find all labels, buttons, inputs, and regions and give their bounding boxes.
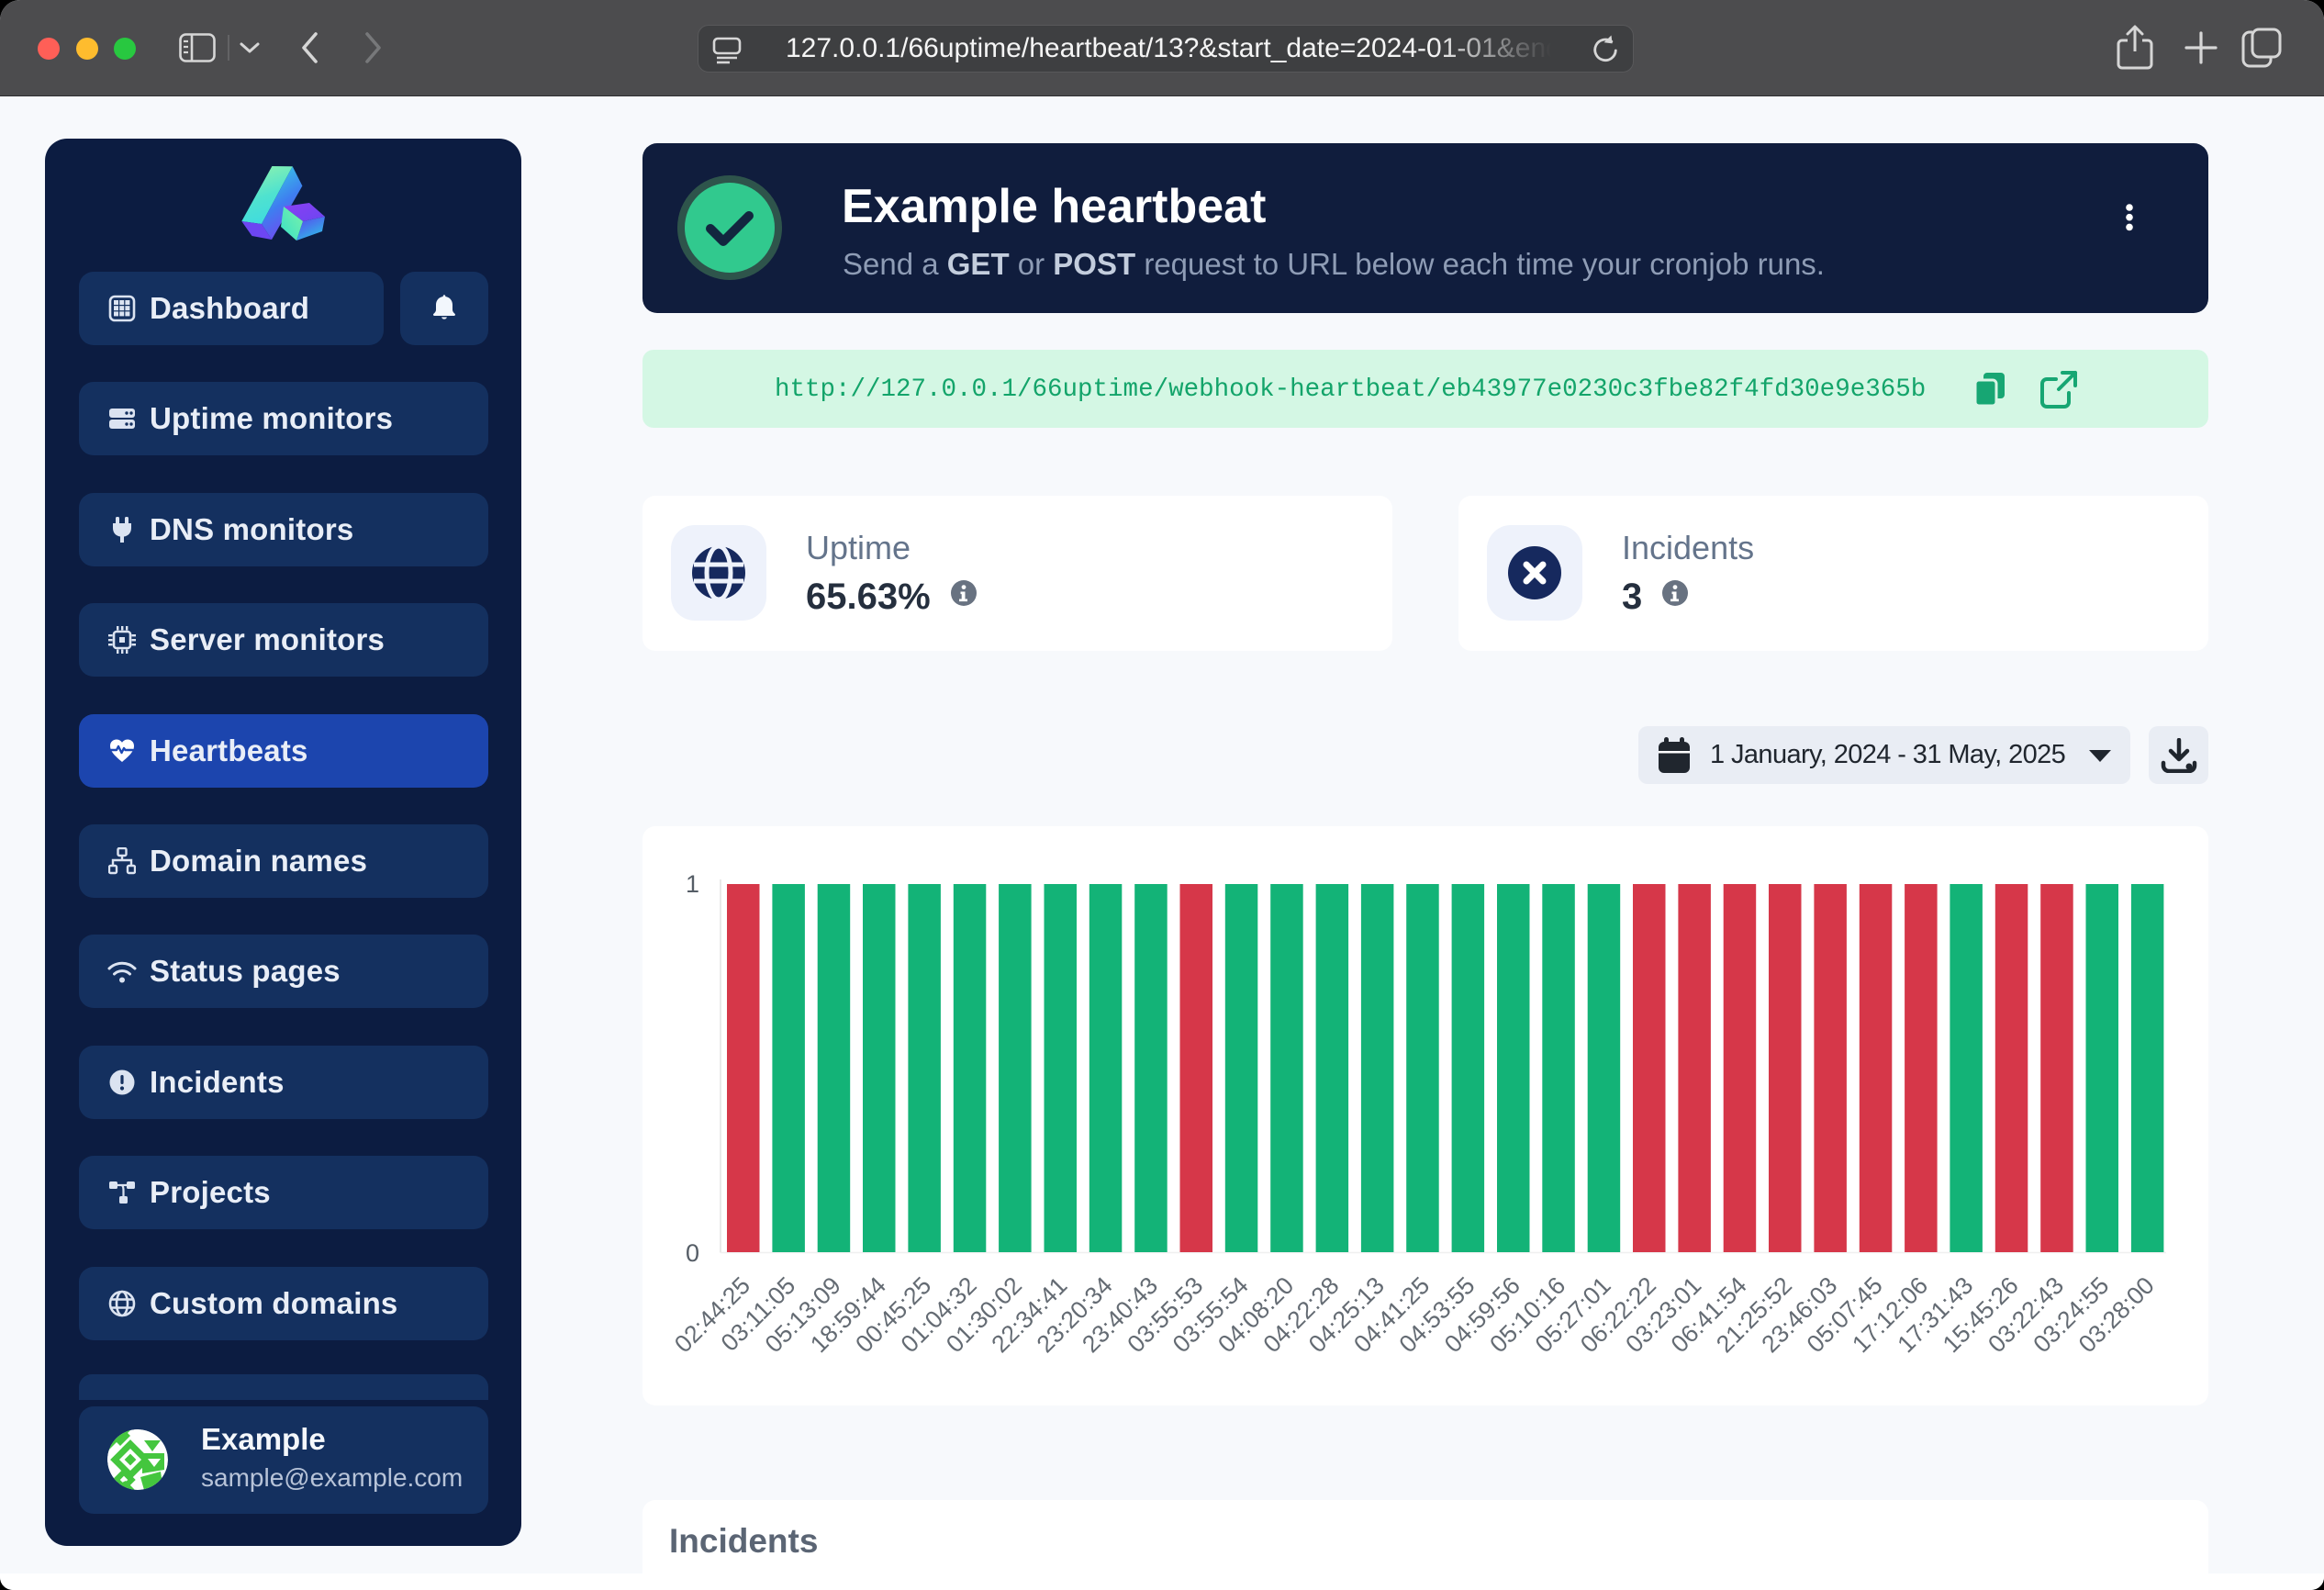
svg-text:1: 1: [686, 870, 699, 898]
svg-text:0: 0: [686, 1239, 699, 1267]
